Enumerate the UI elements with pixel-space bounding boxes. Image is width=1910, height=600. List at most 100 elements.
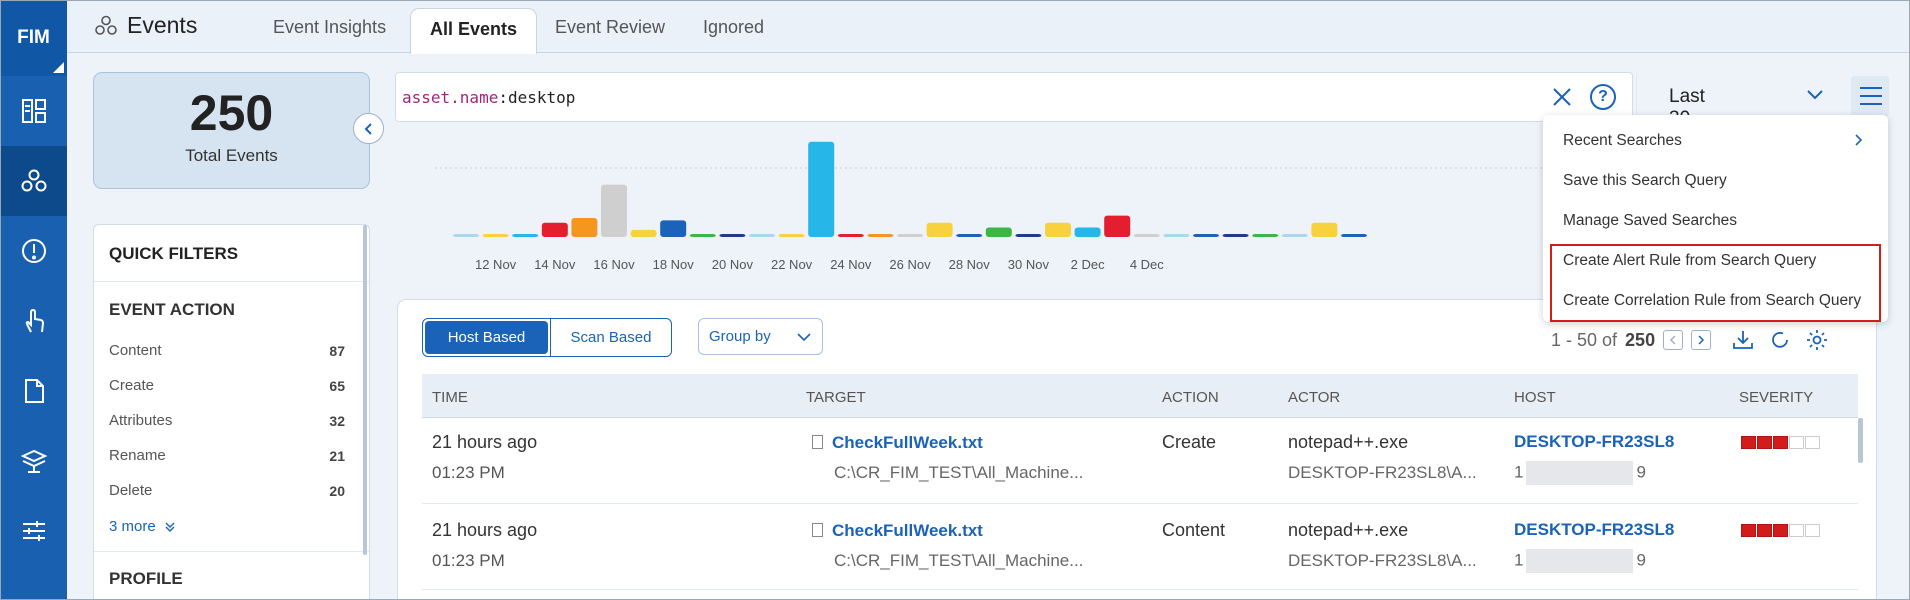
redacted-ip xyxy=(1526,461,1634,485)
prev-page-button[interactable] xyxy=(1663,330,1684,350)
date-divider xyxy=(1636,73,1637,121)
gear-icon[interactable] xyxy=(1805,328,1829,352)
view-mode-toggle: Host Based Scan Based xyxy=(422,318,672,357)
search-query[interactable]: asset.name:desktop xyxy=(402,88,575,107)
col-target[interactable]: TARGET xyxy=(806,389,866,406)
host-link[interactable]: DESKTOP-FR23SL8 xyxy=(1514,432,1674,452)
chart-bar[interactable] xyxy=(1104,215,1131,237)
hamburger-icon xyxy=(1860,87,1882,89)
chart-bar[interactable] xyxy=(453,234,479,237)
events-histogram: 12 Nov 14 Nov 16 Nov 18 Nov 20 Nov 22 Nov 24 N… xyxy=(395,130,1633,280)
col-host[interactable]: HOST xyxy=(1514,389,1556,406)
target-file-link[interactable]: CheckFullWeek.txt xyxy=(832,433,983,452)
menu-manage-saved-searches[interactable]: Manage Saved Searches xyxy=(1563,212,1737,230)
chart-bar[interactable] xyxy=(837,234,864,237)
app-logo[interactable]: FIM xyxy=(0,0,67,76)
filter-item[interactable]: Content 87 xyxy=(94,333,369,368)
scan-based-button[interactable]: Scan Based xyxy=(550,319,671,356)
chart-bar[interactable] xyxy=(1015,234,1042,237)
chart-bar[interactable] xyxy=(1341,234,1367,237)
menu-save-search[interactable]: Save this Search Query xyxy=(1563,172,1727,190)
chart-bar[interactable] xyxy=(1045,222,1071,237)
chart-bar[interactable] xyxy=(482,234,509,237)
filters-scrollbar[interactable] xyxy=(363,225,367,555)
table-scrollbar[interactable] xyxy=(1858,418,1863,463)
event-time: 21 hours ago xyxy=(432,520,538,540)
col-action[interactable]: ACTION xyxy=(1162,389,1219,406)
filter-item[interactable]: Create 65 xyxy=(94,368,369,403)
table-row[interactable]: 21 hours ago 01:23 PM CheckFullWeek.txt … xyxy=(422,418,1858,504)
nav-settings[interactable] xyxy=(0,496,67,566)
severity-meter xyxy=(1741,436,1820,449)
nav-baseline[interactable] xyxy=(0,426,67,496)
menu-recent-searches[interactable]: Recent Searches xyxy=(1563,132,1682,150)
filter-item[interactable]: Attributes 32 xyxy=(94,403,369,438)
col-time[interactable]: TIME xyxy=(432,389,468,406)
download-icon[interactable] xyxy=(1731,329,1755,351)
host-link[interactable]: DESKTOP-FR23SL8 xyxy=(1514,520,1674,540)
alert-icon xyxy=(21,239,46,263)
search-bar[interactable]: asset.name:desktop ? Last 30 Days xyxy=(395,72,1823,151)
show-more-label: 3 more xyxy=(109,518,156,535)
search-query-separator: : xyxy=(498,88,508,107)
search-menu-button[interactable] xyxy=(1851,76,1889,116)
chart-bar[interactable] xyxy=(985,227,1012,237)
refresh-icon[interactable] xyxy=(1769,329,1791,351)
chart-bar[interactable] xyxy=(660,220,687,237)
show-more-filters-link[interactable]: 3 more xyxy=(94,508,369,552)
target-file-link[interactable]: CheckFullWeek.txt xyxy=(832,521,983,540)
hamburger-icon xyxy=(1860,95,1882,97)
highlight-box xyxy=(1550,244,1881,322)
host-based-button[interactable]: Host Based xyxy=(425,321,548,354)
next-page-button[interactable] xyxy=(1691,330,1712,350)
chevron-left-icon xyxy=(1670,335,1676,345)
nav-events[interactable] xyxy=(0,146,67,216)
nav-documents[interactable] xyxy=(0,356,67,426)
search-query-value: desktop xyxy=(507,88,576,107)
tab-event-review[interactable]: Event Review xyxy=(555,17,665,38)
chart-bar[interactable] xyxy=(926,222,953,237)
nav-dashboard[interactable] xyxy=(0,76,67,146)
quick-filters-title: QUICK FILTERS xyxy=(94,225,369,282)
col-actor[interactable]: ACTOR xyxy=(1288,389,1340,406)
chart-bar[interactable] xyxy=(1163,234,1190,237)
chart-bar[interactable] xyxy=(1074,227,1101,237)
sidebar: FIM xyxy=(0,0,67,600)
chart-bar[interactable] xyxy=(867,234,894,237)
chart-bar[interactable] xyxy=(1133,234,1160,237)
group-by-dropdown[interactable]: Group by xyxy=(698,318,823,355)
chart-bar[interactable] xyxy=(956,234,983,237)
tab-event-insights[interactable]: Event Insights xyxy=(273,17,386,38)
clear-search-icon[interactable] xyxy=(1551,86,1573,108)
chart-bar[interactable] xyxy=(719,234,746,237)
nav-touch[interactable] xyxy=(0,286,67,356)
filter-item[interactable]: Rename 21 xyxy=(94,438,369,473)
tab-ignored[interactable]: Ignored xyxy=(703,17,764,38)
collapse-filters-button[interactable] xyxy=(353,113,384,144)
chart-bar[interactable] xyxy=(1193,234,1219,237)
chart-bar[interactable] xyxy=(778,234,805,237)
table-row[interactable]: 21 hours ago 01:23 PM CheckFullWeek.txt … xyxy=(422,504,1858,590)
chart-bar[interactable] xyxy=(630,229,657,237)
help-icon[interactable]: ? xyxy=(1590,84,1616,110)
chart-bar[interactable] xyxy=(571,217,598,237)
chart-bar[interactable] xyxy=(749,234,775,237)
col-severity[interactable]: SEVERITY xyxy=(1739,389,1813,406)
chart-bar[interactable] xyxy=(1311,222,1338,237)
chart-bar[interactable] xyxy=(1252,234,1279,237)
chart-bar[interactable] xyxy=(1281,234,1308,237)
chart-bar[interactable] xyxy=(1222,234,1249,237)
chart-bar[interactable] xyxy=(541,222,568,237)
tab-all-events[interactable]: All Events xyxy=(410,8,538,54)
chart-bar[interactable] xyxy=(689,234,716,237)
filter-item[interactable]: Delete 20 xyxy=(94,473,369,508)
nav-alerts[interactable] xyxy=(0,216,67,286)
chart-bar[interactable] xyxy=(897,234,923,237)
chevron-down-icon[interactable] xyxy=(1806,89,1824,101)
events-panel: Host Based Scan Based Group by 1 - 50 of… xyxy=(397,299,1877,600)
chart-bar[interactable] xyxy=(512,234,539,237)
page-title-text: Events xyxy=(127,12,198,38)
quick-filters-panel: QUICK FILTERS EVENT ACTION Content 87 Cre… xyxy=(93,224,370,600)
chart-bar[interactable] xyxy=(601,184,627,237)
chart-bar[interactable] xyxy=(808,141,835,237)
